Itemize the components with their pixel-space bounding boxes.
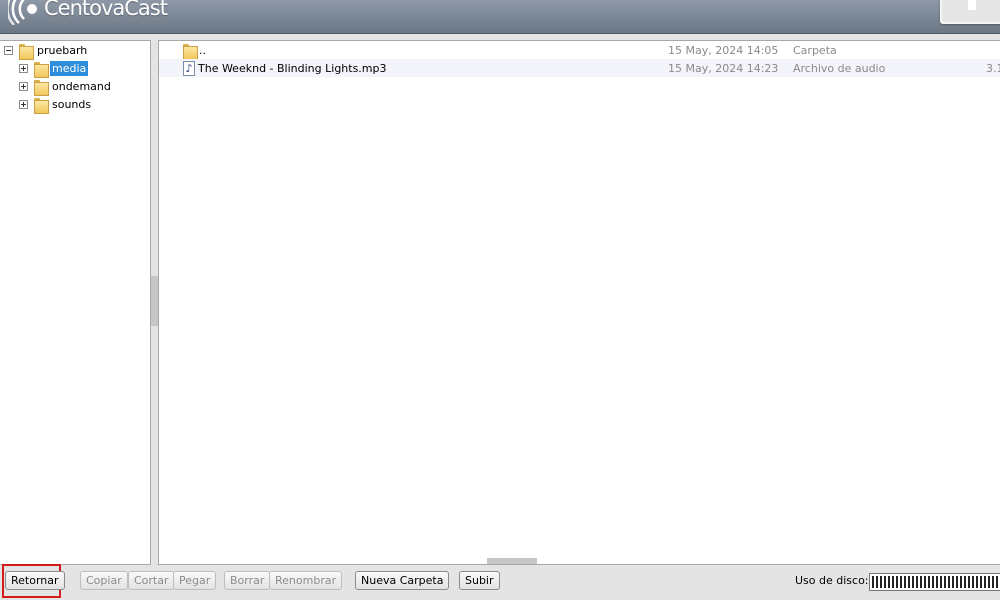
app-logo: CentovaCast [6,0,168,26]
folder-icon [19,43,34,60]
file-row-blinding-lights[interactable]: ♪ The Weeknd - Blinding Lights.mp3 15 Ma… [159,59,1000,77]
file-name[interactable]: .. [199,44,206,57]
file-list: .. 15 May, 2024 14:05 Carpeta ♪ The Week… [158,40,1000,565]
delete-button[interactable]: Borrar [224,571,271,590]
file-row-parent[interactable]: .. 15 May, 2024 14:05 Carpeta [159,41,1000,60]
folder-icon [34,79,49,96]
paste-button[interactable]: Pegar [173,571,217,590]
collapse-icon[interactable] [4,45,13,55]
folder-tree: pruebarh media ondemand sounds [0,40,151,565]
header-panel [940,0,1000,24]
audio-file-icon: ♪ [183,60,195,76]
file-name[interactable]: The Weeknd - Blinding Lights.mp3 [198,62,387,75]
bottom-toolbar: Retornar Copiar Cortar Pegar Borrar Reno… [0,564,1000,600]
expand-icon[interactable] [19,99,28,109]
rename-button[interactable]: Renombrar [269,571,343,590]
tree-item-media[interactable]: media [19,59,89,78]
tree-item-label[interactable]: sounds [50,97,93,112]
splitter-handle[interactable] [151,276,158,326]
file-type: Archivo de audio [793,61,886,75]
tree-item-label[interactable]: pruebarh [35,43,89,58]
expand-icon[interactable] [19,63,28,73]
horizontal-scrollbar[interactable] [487,558,537,564]
signal-waves-icon [6,0,42,26]
expand-icon[interactable] [19,81,28,91]
cut-button[interactable]: Cortar [128,571,175,590]
file-date: 15 May, 2024 14:05 [668,43,779,57]
tree-item-sounds[interactable]: sounds [19,95,93,114]
file-date: 15 May, 2024 14:23 [668,61,779,75]
tree-item-label[interactable]: ondemand [50,79,113,94]
app-header: CentovaCast [0,0,1000,34]
copy-button[interactable]: Copiar [80,571,128,590]
panel-splitter[interactable] [151,40,158,565]
tree-item-pruebarh[interactable]: pruebarh [4,41,89,60]
return-button[interactable]: Retornar [5,571,65,590]
new-folder-button[interactable]: Nueva Carpeta [355,571,450,590]
folder-icon [34,97,49,114]
file-size: 3.1 [986,61,1000,75]
folder-icon [34,61,49,78]
disk-usage-label: Uso de disco: [795,574,869,587]
file-type: Carpeta [793,43,837,57]
upload-button[interactable]: Subir [459,571,500,590]
tree-item-ondemand[interactable]: ondemand [19,77,113,96]
tree-item-label[interactable]: media [50,60,89,76]
app-name: CentovaCast [44,0,168,20]
disk-usage-bar [869,573,1000,591]
folder-icon [183,43,198,60]
